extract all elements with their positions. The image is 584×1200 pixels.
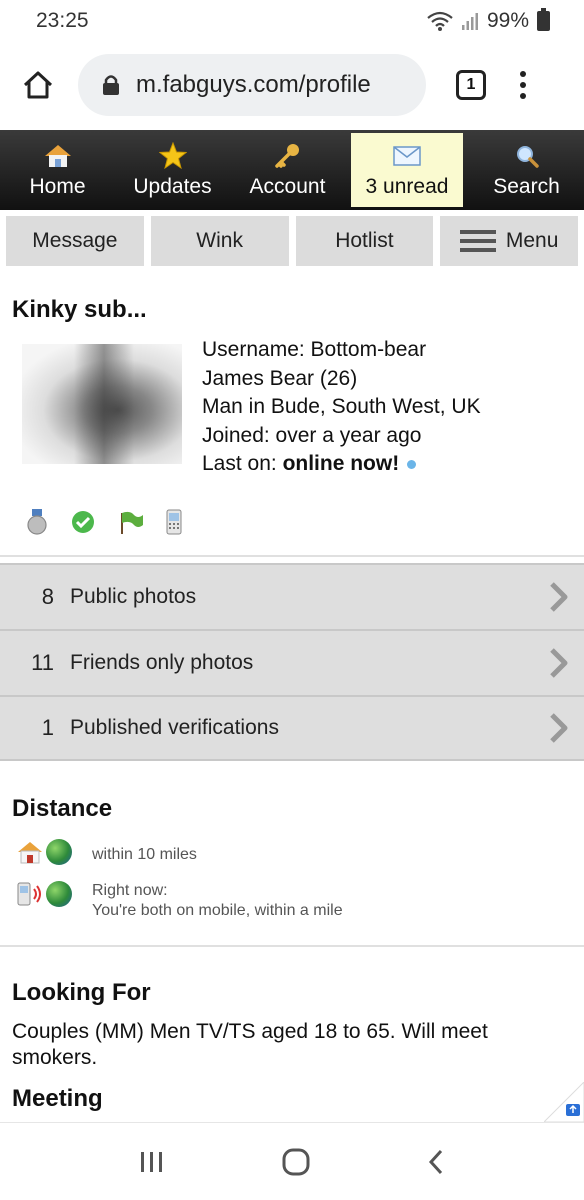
- friends-photos-label: Friends only photos: [70, 650, 254, 674]
- home-circle-icon[interactable]: [282, 1148, 310, 1176]
- last-on-value: online now!: [282, 452, 400, 475]
- message-button[interactable]: Message: [6, 216, 144, 266]
- profile-title: Kinky sub...: [12, 296, 147, 323]
- friends-photos-row[interactable]: 11 Friends only photos: [0, 628, 584, 695]
- profile-actions: Message Wink Hotlist Menu: [0, 210, 584, 272]
- browser-toolbar: m.fabguys.com/profile 1: [0, 42, 584, 128]
- profile-last-on: Last on: online now!: [202, 450, 481, 479]
- distance-section: Distance within 10 miles Right now: You'…: [0, 761, 584, 921]
- public-photos-label: Public photos: [70, 584, 197, 608]
- lock-icon: [103, 75, 119, 95]
- meeting-title: Meeting: [12, 1084, 103, 1112]
- status-icons: 99%: [427, 8, 550, 33]
- nav-home[interactable]: Home: [0, 130, 115, 210]
- last-on-label: Last on:: [202, 452, 283, 475]
- nav-home-label: Home: [29, 175, 86, 198]
- profile-summary: Username: Bottom-bear James Bear (26) Ma…: [0, 324, 584, 479]
- friends-photos-count: 11: [31, 649, 54, 675]
- profile-badges: [0, 479, 584, 555]
- back-icon[interactable]: [427, 1148, 445, 1176]
- public-photos-count: 8: [41, 583, 54, 609]
- nav-search-label: Search: [493, 175, 560, 198]
- house-icon: [44, 145, 71, 167]
- chevron-right-icon: [550, 647, 568, 678]
- distance-title: Distance: [12, 794, 113, 822]
- looking-for-text: Couples (MM) Men TV/TS aged 18 to 65. Wi…: [12, 1019, 488, 1069]
- public-photos-row[interactable]: 8 Public photos: [0, 562, 584, 629]
- online-indicator-icon: [407, 459, 417, 469]
- hotlist-button[interactable]: Hotlist: [295, 216, 434, 266]
- distance-now-detail: You're both on mobile, within a mile: [92, 901, 343, 919]
- mobile-phone-icon[interactable]: [166, 509, 182, 535]
- nav-updates-label: Updates: [133, 175, 212, 198]
- magnifier-icon: [516, 146, 539, 168]
- globe-icon: [46, 838, 72, 865]
- profile-name-age: James Bear (26): [202, 366, 358, 390]
- mobile-signal-icon: [17, 882, 41, 905]
- url-bar[interactable]: m.fabguys.com/profile: [78, 54, 426, 116]
- wink-button[interactable]: Wink: [150, 216, 289, 266]
- looking-for-section: Looking For Couples (MM) Men TV/TS aged …: [0, 947, 584, 1071]
- distance-now-label: Right now:: [92, 881, 168, 899]
- nav-updates[interactable]: Updates: [115, 130, 230, 210]
- looking-for-title: Looking For: [12, 978, 151, 1006]
- envelope-icon: [393, 146, 421, 166]
- profile-joined: Joined: over a year ago: [202, 423, 422, 447]
- profile-photo[interactable]: [22, 344, 182, 464]
- tab-switcher-button[interactable]: 1: [456, 70, 486, 100]
- flag-icon[interactable]: [118, 509, 144, 535]
- browser-home-button[interactable]: [16, 63, 60, 107]
- medal-icon[interactable]: [26, 508, 48, 535]
- distance-now-text: Right now: You're both on mobile, within…: [92, 881, 343, 921]
- status-bar: 23:25 99%: [0, 0, 584, 42]
- browser-menu-icon[interactable]: [520, 71, 526, 99]
- nav-account[interactable]: Account: [230, 130, 345, 210]
- key-icon: [274, 144, 299, 168]
- android-navigation-bar: [0, 1122, 584, 1200]
- battery-level: 99%: [486, 9, 529, 32]
- nav-search[interactable]: Search: [469, 130, 584, 210]
- chevron-right-icon: [550, 581, 568, 612]
- profile-location: Man in Bude, South West, UK: [202, 395, 481, 418]
- house-icon: [18, 841, 42, 863]
- distance-home-item: within 10 miles: [0, 838, 584, 865]
- verifications-label: Published verifications: [70, 715, 279, 739]
- star-icon: [158, 142, 187, 170]
- menu-button-label: Menu: [505, 229, 559, 252]
- nav-unread-label: 3 unread: [365, 175, 449, 198]
- site-nav: Home Updates Account 3 unread Search: [0, 130, 584, 210]
- profile-info: Username: Bottom-bear James Bear (26) Ma…: [202, 336, 481, 479]
- verifications-row[interactable]: 1 Published verifications: [0, 694, 584, 761]
- battery-icon: [537, 8, 550, 31]
- globe-icon: [46, 880, 72, 907]
- distance-now-item: Right now: You're both on mobile, within…: [0, 880, 584, 921]
- profile-username: Username: Bottom-bear: [202, 338, 427, 361]
- status-time: 23:25: [36, 9, 89, 32]
- distance-home-text: within 10 miles: [92, 845, 197, 863]
- verified-check-icon[interactable]: [70, 509, 96, 535]
- signal-icon: [461, 13, 478, 30]
- photo-rows: 8 Public photos 11 Friends only photos 1…: [0, 562, 584, 761]
- divider: [0, 554, 584, 557]
- ad-choices-icon[interactable]: [544, 1082, 584, 1122]
- nav-unread-messages[interactable]: 3 unread: [351, 133, 463, 207]
- recent-apps-icon[interactable]: [139, 1150, 165, 1174]
- wifi-icon: [427, 11, 453, 31]
- hamburger-icon: [459, 230, 496, 252]
- url-text: m.fabguys.com/profile: [136, 71, 371, 98]
- chevron-right-icon: [550, 712, 568, 743]
- menu-button[interactable]: Menu: [440, 216, 578, 266]
- home-outline-icon: [23, 71, 53, 99]
- nav-account-label: Account: [249, 175, 326, 198]
- verifications-count: 1: [41, 714, 54, 740]
